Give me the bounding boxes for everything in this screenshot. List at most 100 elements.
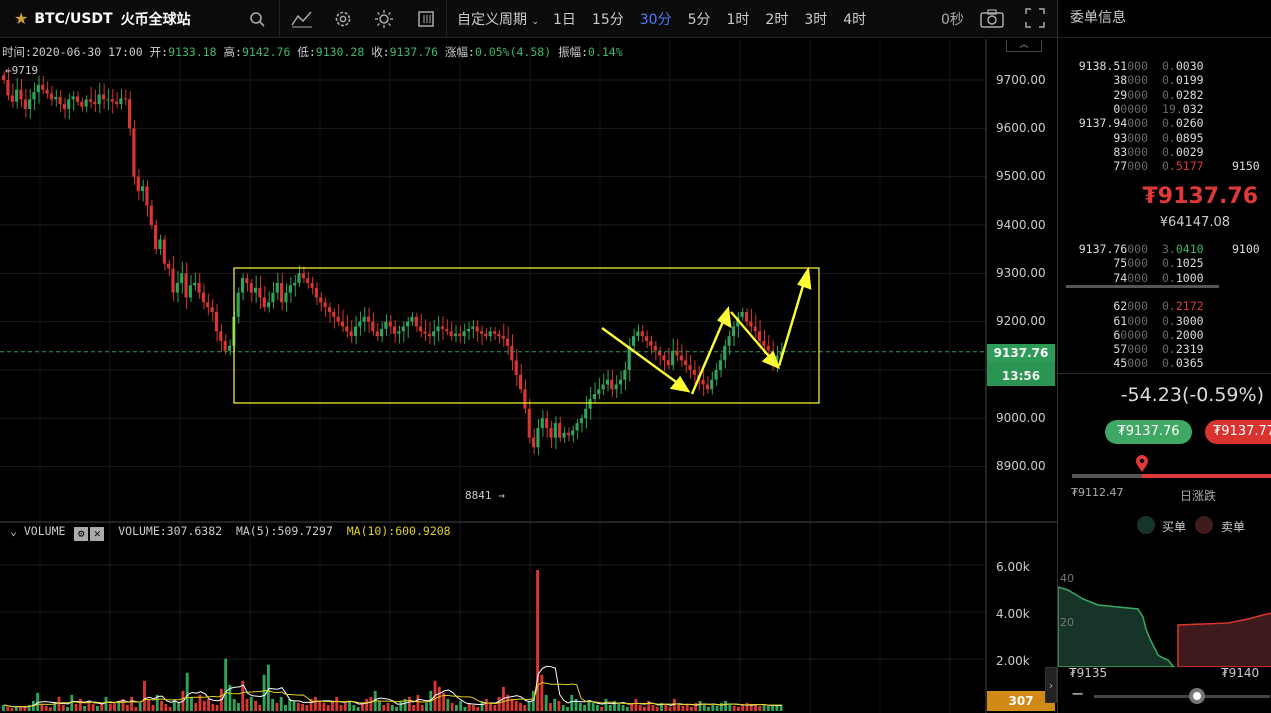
candle-body xyxy=(453,333,457,337)
candle-body xyxy=(106,99,110,101)
ask-row[interactable]: 38000 0.0199 xyxy=(1068,73,1268,87)
settings-gear-icon[interactable] xyxy=(324,0,362,38)
volume-settings-icon[interactable]: ⚙ xyxy=(74,527,89,541)
chart-grid xyxy=(0,39,986,713)
custom-period-dropdown[interactable]: 自定义周期 ⌄ xyxy=(447,9,545,29)
period-15m[interactable]: 15分 xyxy=(584,9,632,29)
arrow-up-2 xyxy=(777,278,807,367)
ask-row[interactable]: 00000 19.032 xyxy=(1068,102,1268,116)
candle-body xyxy=(258,287,262,298)
volume-bar xyxy=(104,696,108,711)
fullscreen-icon[interactable] xyxy=(1025,8,1045,31)
candle-body xyxy=(440,326,444,329)
volume-close-icon[interactable]: ✕ xyxy=(90,527,105,541)
daily-change-label: 日涨跌 xyxy=(1180,489,1217,503)
bid-row[interactable]: 74000 0.1000 xyxy=(1068,271,1268,285)
search-icon[interactable] xyxy=(235,0,279,38)
period-1h[interactable]: 1时 xyxy=(719,9,758,29)
candle-body xyxy=(714,369,718,380)
buy-legend-label: 买单 xyxy=(1162,520,1187,534)
bid-row[interactable]: 62000 0.2172 xyxy=(1068,299,1268,313)
ask-row[interactable]: 83000 0.0029 xyxy=(1068,145,1268,159)
candle-body xyxy=(388,321,392,327)
buy-legend-dot[interactable] xyxy=(1137,516,1155,534)
symbol-selector[interactable]: ★ BTC/USDT 火币全球站 xyxy=(0,9,235,29)
favorite-star-icon[interactable]: ★ xyxy=(14,9,28,28)
volume-bar xyxy=(416,694,420,711)
ma5-value: MA(5):509.7297 xyxy=(235,524,333,538)
volume-bar xyxy=(754,704,757,711)
bid-row[interactable]: 45000 0.0365 xyxy=(1068,356,1268,370)
close-label: 收: xyxy=(371,45,390,59)
bid-row[interactable]: 9137.76000 3.0410 9100 xyxy=(1068,242,1268,256)
candle-body xyxy=(253,287,258,293)
ask-row[interactable]: 77000 0.5177 9150 xyxy=(1068,159,1268,173)
candle-body xyxy=(249,282,253,293)
candle-body xyxy=(753,326,757,332)
zoom-out-button[interactable]: − xyxy=(1071,684,1084,703)
chevron-down-icon: ⌄ xyxy=(531,16,539,27)
bid-row[interactable]: 57000 0.2319 xyxy=(1068,342,1268,356)
candle-body xyxy=(171,268,175,293)
kline-chart[interactable] xyxy=(0,39,1057,713)
volume-bar xyxy=(574,698,578,711)
candle-body xyxy=(280,282,284,303)
candle-body xyxy=(671,350,675,366)
camera-icon[interactable] xyxy=(980,8,1004,31)
volume-bar xyxy=(254,700,257,711)
candle-body xyxy=(523,389,527,409)
collapse-chevron-up-icon[interactable]: ︿ xyxy=(1006,40,1042,52)
period-3h[interactable]: 3时 xyxy=(796,9,835,29)
custom-period-label: 自定义周期 xyxy=(457,11,527,28)
volume-bar xyxy=(527,700,531,711)
depth-chart[interactable]: 40 20 xyxy=(1058,565,1271,667)
volume-bar xyxy=(14,706,18,711)
sell-legend-dot[interactable] xyxy=(1195,516,1213,534)
volume-bar xyxy=(348,700,352,711)
candle-body xyxy=(175,282,179,293)
bid-row[interactable]: 60000 0.2000 xyxy=(1068,328,1268,342)
volume-bar xyxy=(83,705,87,711)
volume-bar xyxy=(544,694,548,711)
layout-icon[interactable] xyxy=(406,0,446,38)
candle-body xyxy=(162,239,166,264)
volume-bar xyxy=(258,704,262,711)
bid-row[interactable]: 61000 0.3000 xyxy=(1068,314,1268,328)
ma5-line xyxy=(4,665,782,708)
candle-body xyxy=(618,379,623,385)
volume-bar xyxy=(19,707,22,711)
zoom-slider-track[interactable] xyxy=(1094,695,1270,698)
buy-price-button[interactable]: ₮9137.76 xyxy=(1105,420,1192,444)
period-2h[interactable]: 2时 xyxy=(757,9,796,29)
candle-body xyxy=(306,278,310,283)
volume-bar xyxy=(540,674,544,711)
indicator-icon[interactable] xyxy=(280,0,324,38)
candle-body xyxy=(458,333,462,337)
period-1d[interactable]: 1日 xyxy=(545,9,584,29)
sell-price-button[interactable]: ₮9137.77 xyxy=(1205,420,1271,444)
ask-row[interactable]: 29000 0.0282 xyxy=(1068,88,1268,102)
ask-row[interactable]: 93000 0.0895 xyxy=(1068,131,1268,145)
period-30m[interactable]: 30分 xyxy=(632,9,680,29)
volume-bar xyxy=(91,703,95,711)
panel-collapse-chevron-icon[interactable]: › xyxy=(1045,667,1057,703)
bid-row[interactable]: 75000 0.1025 xyxy=(1068,256,1268,270)
period-4h[interactable]: 4时 xyxy=(835,9,874,29)
volume-bar xyxy=(134,706,138,711)
volume-bar xyxy=(578,702,582,711)
volume-bar xyxy=(497,696,501,711)
period-5m[interactable]: 5分 xyxy=(680,9,719,29)
volume-bar xyxy=(732,705,736,711)
chevron-down-icon[interactable]: ⌄ xyxy=(10,524,17,538)
zoom-slider-knob[interactable] xyxy=(1189,688,1205,704)
ask-row[interactable]: 9137.94000 0.0260 xyxy=(1068,116,1268,130)
ask-row[interactable]: 9138.51000 0.0030 xyxy=(1068,59,1268,73)
volume-bar xyxy=(66,706,69,711)
volume-bar xyxy=(113,701,116,711)
theme-sun-icon[interactable] xyxy=(362,0,406,38)
volume-bar xyxy=(437,686,441,711)
volume-bar xyxy=(143,680,146,711)
y-tick: 9600.00 xyxy=(996,121,1046,135)
candle-body xyxy=(297,273,301,283)
candle-body xyxy=(180,273,184,283)
